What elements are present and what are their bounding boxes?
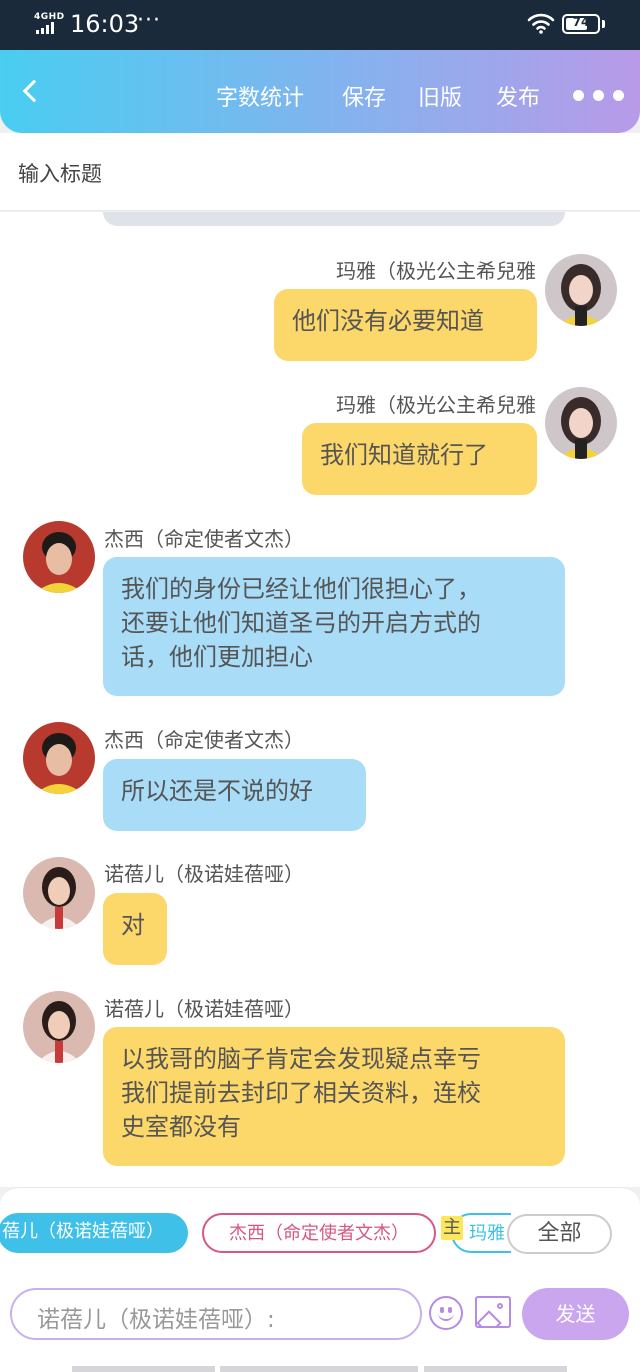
message-line: 史室都没有 bbox=[121, 1113, 241, 1141]
role-tag-nobel[interactable]: 蓓儿（极诺娃蓓哑） bbox=[0, 1213, 188, 1253]
speaker-name: 玛雅（极光公主希兒雅 bbox=[336, 259, 536, 283]
keyboard-hint-strip bbox=[220, 1366, 418, 1372]
message-bubble[interactable]: 他们没有必要知道 bbox=[274, 289, 537, 361]
title-field[interactable]: 输入标题 bbox=[0, 133, 640, 211]
battery-level: 74 bbox=[572, 15, 590, 29]
keyboard-hint-strip bbox=[424, 1366, 567, 1372]
speaker-name: 杰西（命定使者文杰） bbox=[104, 527, 304, 551]
signal-icon bbox=[36, 22, 54, 34]
avatar-jessie[interactable] bbox=[23, 722, 95, 794]
title-placeholder: 输入标题 bbox=[18, 162, 102, 186]
message-bubble[interactable]: 我们知道就行了 bbox=[302, 423, 537, 495]
message-input[interactable]: 诺蓓儿（极诺娃蓓哑）: bbox=[10, 1288, 422, 1340]
avatar-jessie[interactable] bbox=[23, 521, 95, 593]
composer-panel: 蓓儿（极诺娃蓓哑） 杰西（命定使者文杰） 玛雅 主 全部 诺蓓儿（极诺娃蓓哑）:… bbox=[0, 1187, 640, 1372]
avatar-nobel[interactable] bbox=[23, 857, 95, 929]
speaker-name: 诺蓓儿（极诺娃蓓哑） bbox=[104, 862, 304, 886]
message-line: 以我哥的脑子肯定会发现疑点幸亏 bbox=[121, 1045, 481, 1073]
message-bubble[interactable]: 我们的身份已经让他们很担心了， 还要让他们知道圣弓的开启方式的 话，他们更加担心 bbox=[103, 557, 565, 696]
message-input-placeholder: 诺蓓儿（极诺娃蓓哑）: bbox=[37, 1307, 275, 1333]
speaker-name: 诺蓓儿（极诺娃蓓哑） bbox=[104, 997, 304, 1021]
save-button[interactable]: 保存 bbox=[342, 80, 386, 112]
previous-message-bubble bbox=[103, 212, 565, 226]
word-count-button[interactable]: 字数统计 bbox=[216, 80, 304, 112]
message-bubble[interactable]: 对 bbox=[103, 893, 167, 965]
status-bar: 4GHD 16:03 ··· 74 bbox=[0, 0, 640, 50]
wifi-icon bbox=[527, 13, 555, 34]
more-dots-icon[interactable] bbox=[573, 90, 624, 101]
publish-button[interactable]: 发布 bbox=[496, 80, 540, 112]
avatar-maya[interactable] bbox=[545, 387, 617, 459]
back-button[interactable] bbox=[20, 78, 48, 106]
editor-toolbar: 字数统计 保存 旧版 发布 bbox=[0, 50, 640, 133]
message-line: 还要让他们知道圣弓的开启方式的 bbox=[121, 609, 481, 637]
avatar-nobel[interactable] bbox=[23, 991, 95, 1063]
message-bubble[interactable]: 所以还是不说的好 bbox=[103, 759, 366, 831]
all-roles-button[interactable]: 全部 bbox=[507, 1214, 612, 1254]
emoji-icon[interactable] bbox=[429, 1296, 463, 1330]
speaker-name: 玛雅（极光公主希兒雅 bbox=[336, 393, 536, 417]
message-text: 所以还是不说的好 bbox=[121, 777, 313, 805]
send-button[interactable]: 发送 bbox=[522, 1288, 629, 1340]
message-line: 我们提前去封印了相关资料，连校 bbox=[121, 1079, 481, 1107]
old-version-button[interactable]: 旧版 bbox=[418, 80, 462, 112]
notification-dots: ··· bbox=[137, 8, 161, 33]
image-icon[interactable] bbox=[475, 1296, 511, 1328]
network-type: 4GHD bbox=[34, 12, 65, 22]
message-line: 我们的身份已经让他们很担心了， bbox=[121, 575, 481, 603]
role-tag-jessie[interactable]: 杰西（命定使者文杰） bbox=[202, 1213, 436, 1253]
chat-area[interactable]: 玛雅（极光公主希兒雅 他们没有必要知道 玛雅（极光公主希兒雅 我们知道就行了 杰… bbox=[0, 212, 640, 1187]
message-text: 他们没有必要知道 bbox=[292, 307, 484, 335]
battery-icon: 74 bbox=[562, 14, 600, 34]
clock: 16:03 bbox=[70, 10, 140, 38]
narrator-tag[interactable]: 主 bbox=[441, 1216, 463, 1240]
speaker-name: 杰西（命定使者文杰） bbox=[104, 728, 304, 752]
message-line: 话，他们更加担心 bbox=[121, 643, 313, 671]
message-text: 我们知道就行了 bbox=[320, 441, 488, 469]
message-text: 对 bbox=[121, 911, 145, 939]
avatar-maya[interactable] bbox=[545, 254, 617, 326]
keyboard-hint-strip bbox=[72, 1366, 215, 1372]
message-bubble[interactable]: 以我哥的脑子肯定会发现疑点幸亏 我们提前去封印了相关资料，连校 史室都没有 bbox=[103, 1027, 565, 1166]
